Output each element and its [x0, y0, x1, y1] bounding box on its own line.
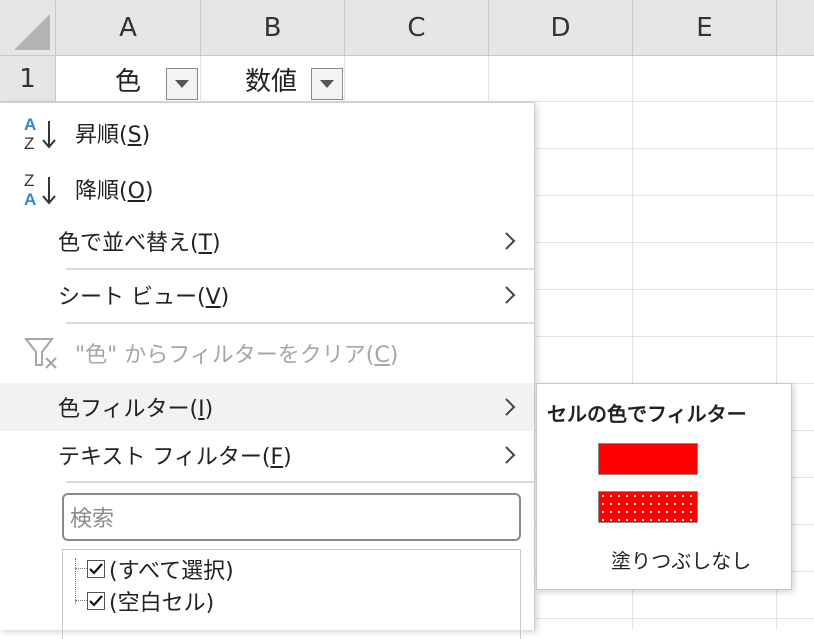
sort-ascending-icon: A Z	[24, 115, 56, 153]
chevron-right-icon	[505, 446, 516, 464]
svg-text:A: A	[24, 115, 36, 134]
select-all-corner[interactable]	[0, 0, 56, 56]
dropdown-arrow-icon	[175, 80, 189, 88]
column-header-next[interactable]	[777, 0, 814, 56]
menu-separator	[66, 322, 534, 324]
checkmark-icon	[89, 595, 103, 607]
chevron-right-icon	[505, 398, 516, 416]
search-input[interactable]: 検索	[62, 493, 521, 541]
filter-value-list[interactable]: (すべて選択) (空白セル)	[62, 549, 521, 639]
column-header-b[interactable]: B	[201, 0, 345, 56]
svg-text:Z: Z	[24, 171, 34, 190]
svg-text:A: A	[24, 190, 36, 209]
color-filter-submenu: セルの色でフィルター 塗りつぶしなし	[536, 383, 792, 590]
no-fill-option[interactable]: 塗りつぶしなし	[611, 545, 751, 574]
clear-filter-icon	[24, 338, 57, 369]
menu-separator	[66, 268, 534, 270]
chevron-right-icon	[505, 232, 516, 250]
color-filter-item[interactable]: 色フィルター(I)	[0, 383, 534, 431]
sort-descending-icon: Z A	[24, 171, 56, 209]
select-all-triangle-icon	[14, 14, 50, 50]
swatch-solid-red[interactable]	[598, 443, 698, 475]
column-header-e[interactable]: E	[633, 0, 777, 56]
sort-descending-item[interactable]: Z A 降順(O)	[0, 165, 534, 213]
list-item-select-all[interactable]: (すべて選択)	[87, 554, 234, 584]
text-filter-item[interactable]: テキスト フィルター(F)	[0, 431, 534, 479]
filter-dropdown-button-a[interactable]	[166, 68, 198, 100]
sort-ascending-item[interactable]: A Z 昇順(S)	[0, 109, 534, 157]
list-item-blank[interactable]: (空白セル)	[87, 586, 214, 616]
sheet-view-item[interactable]: シート ビュー(V)	[0, 271, 534, 319]
swatch-dotted-red[interactable]	[598, 491, 698, 523]
autofilter-menu: A Z 昇順(S) Z A 降順(O) 色で並べ替え(T) シート ビュー(V)…	[0, 102, 535, 639]
column-header-a[interactable]: A	[56, 0, 201, 56]
checkbox-blank[interactable]	[87, 592, 105, 610]
chevron-right-icon	[505, 286, 516, 304]
sort-by-color-item[interactable]: 色で並べ替え(T)	[0, 217, 534, 265]
checkmark-icon	[89, 563, 103, 575]
column-header-c[interactable]: C	[345, 0, 489, 56]
checkbox-select-all[interactable]	[87, 560, 105, 578]
tree-connector	[75, 568, 87, 569]
tree-connector	[75, 600, 87, 601]
menu-separator	[66, 481, 534, 483]
column-header-d[interactable]: D	[489, 0, 633, 56]
clear-filter-item[interactable]: "色" からフィルターをクリア(C)	[0, 329, 534, 377]
tree-connector	[75, 558, 76, 604]
filter-dropdown-button-b[interactable]	[311, 68, 343, 100]
submenu-title: セルの色でフィルター	[547, 402, 747, 426]
svg-text:Z: Z	[24, 134, 34, 153]
row-header-1[interactable]: 1	[0, 56, 56, 102]
dropdown-arrow-icon	[320, 80, 334, 88]
